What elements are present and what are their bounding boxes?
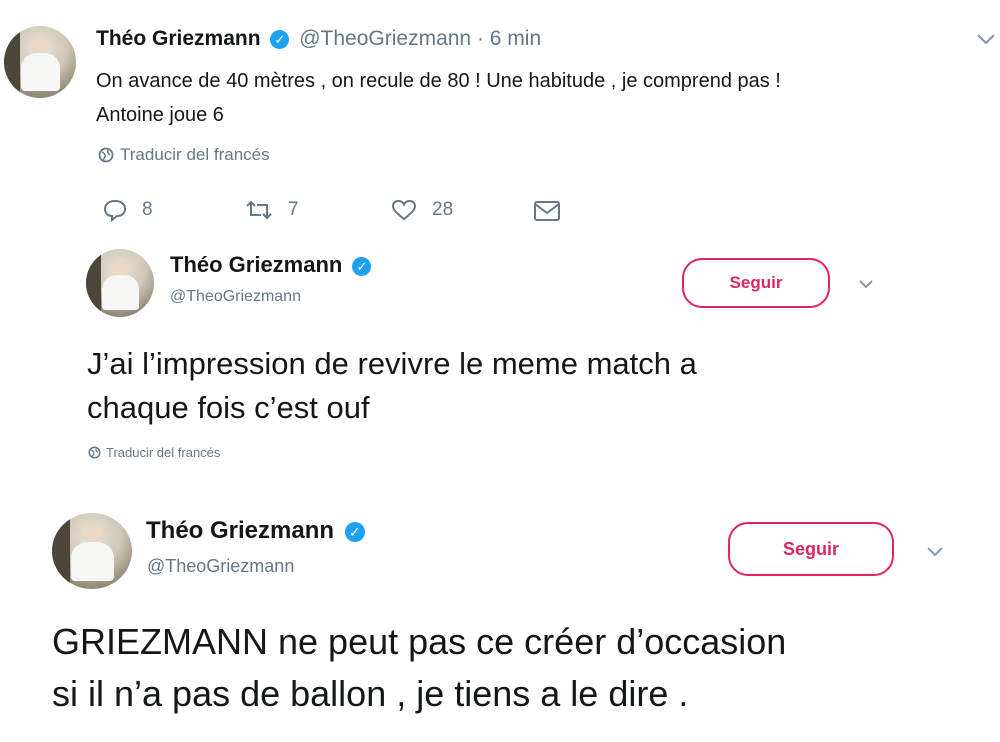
follow-button[interactable]: Seguir — [728, 522, 894, 576]
tweet-text: GRIEZMANN ne peut pas ce créer d’occasio… — [52, 616, 786, 720]
retweet-count: 7 — [288, 199, 299, 220]
user-handle[interactable]: @TheoGriezmann — [170, 288, 301, 306]
message-icon — [534, 201, 560, 221]
like-icon — [391, 199, 417, 221]
translate-link[interactable]: Traducir del francés — [98, 145, 270, 165]
tweet-text-line: chaque fois c’est ouf — [87, 390, 370, 425]
user-name[interactable]: Théo Griezmann — [170, 252, 342, 277]
globe-icon — [98, 147, 114, 163]
user-name[interactable]: Théo Griezmann — [96, 27, 261, 50]
avatar[interactable] — [4, 26, 76, 98]
tweet-text-line: GRIEZMANN ne peut pas ce créer d’occasio… — [52, 621, 787, 662]
user-handle[interactable]: @TheoGriezmann — [147, 556, 294, 577]
message-button[interactable] — [533, 200, 575, 222]
verified-badge-icon: ✓ — [270, 29, 290, 49]
tweet-text: On avance de 40 mètres , on recule de 80… — [96, 64, 781, 132]
chevron-down-icon[interactable] — [858, 277, 874, 295]
avatar[interactable] — [86, 249, 154, 317]
user-name-row: Théo Griezmann ✓ — [170, 252, 372, 278]
verified-badge-icon: ✓ — [352, 256, 372, 276]
user-name-row: Théo Griezmann ✓ — [146, 517, 365, 545]
user-handle[interactable]: @TheoGriezmann — [299, 27, 471, 50]
retweet-button[interactable]: 7 — [244, 198, 299, 222]
translate-label: Traducir del francés — [106, 445, 221, 460]
retweet-icon — [246, 200, 272, 220]
reply-button[interactable]: 8 — [102, 198, 153, 222]
tweet-text-line: On avance de 40 mètres , on recule de 80… — [96, 70, 781, 92]
translate-link[interactable]: Traducir del francés — [88, 445, 220, 460]
tweet-text-line: si il n’a pas de ballon , je tiens a le … — [52, 673, 689, 714]
tweet-text-line: J’ai l’impression de revivre le meme mat… — [87, 346, 697, 381]
chevron-down-icon[interactable] — [976, 32, 996, 51]
user-name[interactable]: Théo Griezmann — [146, 517, 334, 544]
avatar[interactable] — [52, 513, 132, 589]
globe-icon — [88, 446, 101, 459]
chevron-down-icon[interactable] — [926, 544, 944, 562]
translate-label: Traducir del francés — [120, 145, 270, 164]
timestamp[interactable]: 6 min — [490, 27, 541, 50]
tweet-header: Théo Griezmann ✓ @TheoGriezmann · 6 min — [96, 27, 541, 51]
verified-badge-icon: ✓ — [344, 521, 365, 542]
like-count: 28 — [432, 199, 454, 220]
like-button[interactable]: 28 — [390, 198, 453, 222]
follow-button[interactable]: Seguir — [682, 258, 830, 308]
reply-count: 8 — [142, 199, 153, 220]
tweet-text-line: Antoine joue 6 — [96, 104, 224, 126]
separator: · — [476, 27, 484, 50]
reply-icon — [103, 199, 127, 222]
tweet-text: J’ai l’impression de revivre le meme mat… — [87, 342, 697, 430]
